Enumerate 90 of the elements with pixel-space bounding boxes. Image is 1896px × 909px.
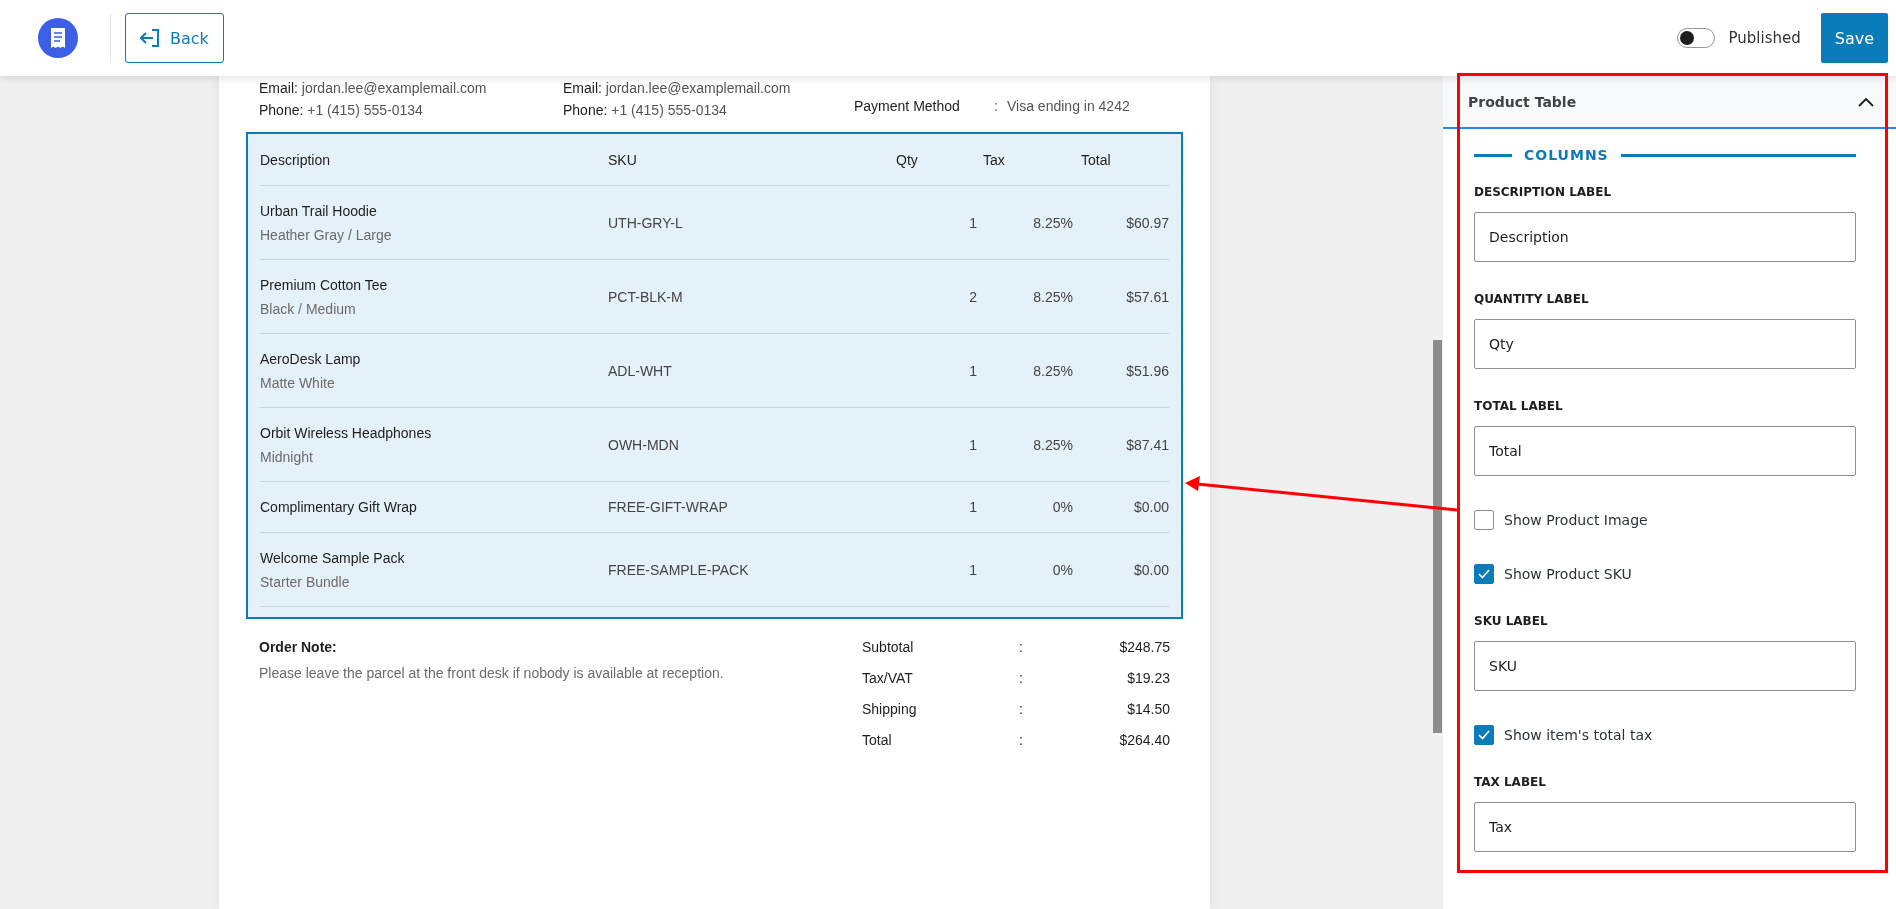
checkbox-label: Show item's total tax (1504, 727, 1653, 743)
sku-cell-text: FREE-SAMPLE-PACK (608, 561, 750, 578)
tax-cell-text: 0% (1051, 499, 1073, 515)
total-label: Subtotal (862, 639, 915, 655)
sku-cell-text: PCT-BLK-M (608, 288, 684, 305)
checkbox[interactable] (1474, 564, 1494, 584)
input-field[interactable]: Total (1474, 426, 1856, 476)
field-label: DESCRIPTION LABEL (1474, 185, 1613, 199)
email-line: Email: jordan.lee@examplemail.com (563, 80, 792, 96)
column-header: Qty (895, 151, 919, 168)
note-title: Order Note: (259, 639, 338, 655)
total-label: Tax/VAT (862, 670, 914, 686)
exit-arrow-icon (140, 29, 160, 47)
phone-line: Phone: +1 (415) 555-0134 (259, 102, 424, 118)
scrollbar-thumb[interactable] (1433, 340, 1442, 733)
input-field[interactable]: Description (1474, 212, 1856, 262)
note-text: Please leave the parcel at the front desk if nobody is available at reception. (259, 665, 725, 681)
receipt-logo-icon[interactable] (38, 18, 78, 58)
separator: : (1019, 701, 1024, 717)
tax-cell-text: 8.25% (1032, 362, 1073, 379)
total-label: Shipping (862, 701, 918, 717)
accordion-header[interactable]: Product Table (1443, 76, 1896, 129)
product-variant: Heather Gray / Large (260, 226, 393, 243)
qty-cell-text: 2 (968, 288, 977, 305)
email-line: Email: jordan.lee@examplemail.com (259, 80, 488, 96)
section-title: COLUMNS (1524, 147, 1609, 163)
product-name: Complimentary Gift Wrap (260, 499, 418, 515)
product-variant: Midnight (260, 448, 314, 465)
qty-cell-text: 1 (968, 561, 977, 578)
tax-cell-text: 8.25% (1032, 214, 1073, 231)
qty-cell-text: 1 (968, 499, 977, 515)
toggle-switch[interactable] (1676, 28, 1715, 48)
save-button[interactable]: Save (1820, 13, 1888, 63)
payment-value: Visa ending in 4242 (1007, 98, 1130, 114)
tax-cell-text: 8.25% (1032, 436, 1073, 453)
product-table[interactable] (246, 132, 1183, 619)
column-header: Description (260, 151, 332, 168)
separator: : (1019, 670, 1024, 686)
field-label: TOTAL LABEL (1474, 399, 1564, 413)
field-label: QUANTITY LABEL (1474, 292, 1590, 306)
check-icon (1478, 730, 1490, 740)
separator: : (994, 98, 999, 114)
input-field[interactable]: Qty (1474, 319, 1856, 369)
product-name: Premium Cotton Tee (260, 276, 389, 293)
tax-cell-text: 8.25% (1032, 288, 1073, 305)
product-name: AeroDesk Lamp (260, 350, 362, 367)
qty-cell-text: 1 (968, 214, 977, 231)
back-button[interactable]: Back (125, 13, 224, 63)
total-cell-text: $60.97 (1125, 214, 1169, 231)
column-header: SKU (608, 151, 638, 168)
total-value: $19.23 (1127, 670, 1170, 686)
product-name: Urban Trail Hoodie (260, 202, 378, 219)
checkbox[interactable] (1474, 510, 1494, 530)
phone-line: Phone: +1 (415) 555-0134 (563, 102, 728, 118)
qty-cell-text: 1 (968, 436, 977, 453)
total-cell-text: $51.96 (1125, 362, 1169, 379)
total-value: $14.50 (1127, 701, 1170, 717)
total-value: $264.40 (1119, 732, 1170, 748)
separator: : (1019, 732, 1024, 748)
sku-cell-text: ADL-WHT (608, 362, 673, 379)
total-value: $248.75 (1119, 639, 1170, 655)
product-name: Orbit Wireless Headphones (260, 424, 433, 441)
chevron-icon (1858, 96, 1874, 107)
tax-cell-text: 0% (1051, 561, 1073, 578)
sku-cell-text: FREE-GIFT-WRAP (608, 499, 729, 515)
toggle-label: Published (1728, 29, 1801, 47)
separator: : (1019, 639, 1024, 655)
sku-cell-text: UTH-GRY-L (608, 214, 684, 231)
checkbox-label: Show Product Image (1504, 512, 1648, 528)
field-label: TAX LABEL (1474, 775, 1547, 789)
column-header: Total (1080, 151, 1112, 168)
total-label: Total (862, 732, 893, 748)
input-field[interactable]: SKU (1474, 641, 1856, 691)
total-cell-text: $0.00 (1132, 499, 1169, 515)
check-icon (1478, 569, 1490, 579)
payment-label: Payment Method (854, 98, 961, 114)
product-name: Welcome Sample Pack (260, 549, 406, 566)
qty-cell-text: 1 (968, 362, 977, 379)
field-label: SKU LABEL (1474, 614, 1549, 628)
product-variant: Starter Bundle (260, 573, 351, 590)
sku-cell-text: OWH-MDN (608, 436, 680, 453)
total-cell-text: $87.41 (1125, 436, 1169, 453)
product-variant: Black / Medium (260, 300, 357, 317)
column-header: Tax (982, 151, 1006, 168)
product-variant: Matte White (260, 374, 336, 391)
total-cell-text: $57.61 (1125, 288, 1169, 305)
checkbox-label: Show Product SKU (1504, 566, 1632, 582)
total-cell-text: $0.00 (1132, 561, 1169, 578)
checkbox[interactable] (1474, 725, 1494, 745)
input-field[interactable]: Tax (1474, 802, 1856, 852)
